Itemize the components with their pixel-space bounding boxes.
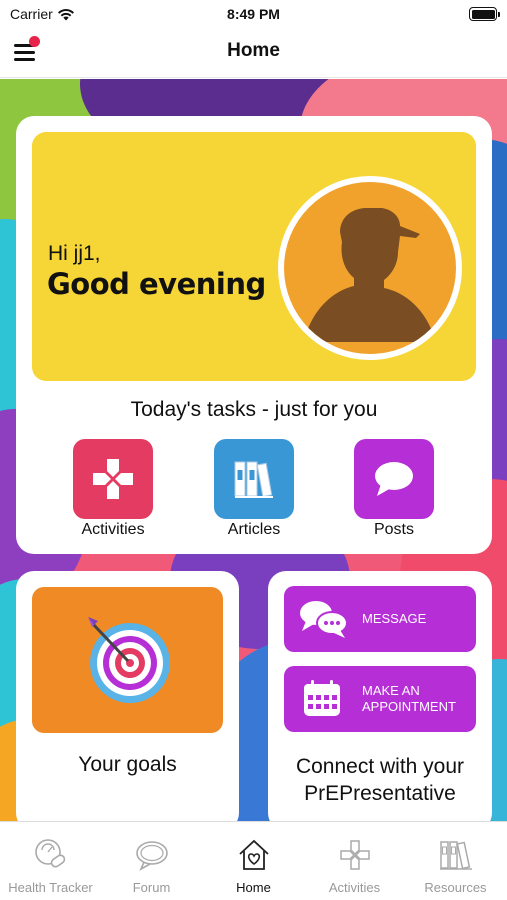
speech-bubble-icon — [375, 462, 413, 496]
connect-card: MESSAGE MAKE AN APPOINTMENT Connect with… — [268, 571, 492, 831]
connect-title: Connect with your PrEPresentative — [295, 755, 465, 805]
books-icon — [234, 461, 273, 498]
tab-label: Activities — [328, 880, 381, 895]
task-posts[interactable]: Posts — [339, 439, 449, 539]
message-button[interactable]: MESSAGE — [284, 586, 476, 652]
tab-health-tracker[interactable]: Health Tracker — [0, 822, 101, 900]
activities-tile[interactable] — [73, 439, 153, 519]
appointment-button[interactable]: MAKE AN APPOINTMENT — [284, 666, 476, 732]
gamepad-icon — [340, 840, 370, 870]
status-bar: Carrier 8:49 PM — [0, 0, 507, 30]
tasks-title: Today's tasks - just for you — [130, 398, 378, 421]
home-icon — [239, 839, 269, 870]
task-activities[interactable]: Activities — [58, 439, 168, 539]
page-title: Home — [227, 40, 280, 61]
home-summary-card: Hi jj1, Good evening Today's tasks - jus… — [16, 116, 492, 554]
user-silhouette-icon — [304, 208, 436, 342]
task-articles[interactable]: Articles — [199, 439, 309, 539]
goals-card[interactable]: Your goals — [16, 571, 239, 831]
posts-tile[interactable] — [354, 439, 434, 519]
tab-home[interactable]: Home — [203, 822, 304, 900]
tab-label: Resources — [424, 880, 487, 895]
articles-tile[interactable] — [214, 439, 294, 519]
tab-label: Home — [236, 880, 271, 895]
chat-bubbles-icon — [300, 601, 348, 638]
calendar-icon — [304, 680, 340, 716]
greeting-panel: Hi jj1, Good evening — [32, 132, 476, 381]
tab-label: Forum — [132, 880, 171, 895]
forum-icon — [136, 841, 168, 871]
task-label: Posts — [373, 521, 414, 538]
tab-label: Health Tracker — [8, 880, 93, 895]
status-time: 8:49 PM — [227, 6, 280, 22]
message-label: MESSAGE — [362, 611, 427, 626]
navigation-bar: Home — [0, 30, 507, 78]
battery-icon — [469, 7, 500, 21]
goals-label: Your goals — [78, 753, 177, 776]
tab-activities[interactable]: Activities — [304, 822, 405, 900]
tab-resources[interactable]: Resources — [405, 822, 506, 900]
books-icon — [440, 841, 472, 870]
greeting-hi: Hi jj1, — [48, 242, 101, 265]
gamepad-icon — [93, 459, 133, 499]
goals-tile[interactable] — [32, 587, 223, 733]
avatar[interactable] — [278, 176, 462, 360]
greeting-message: Good evening — [47, 267, 266, 301]
appointment-label: MAKE AN APPOINTMENT — [362, 683, 456, 714]
task-label: Articles — [227, 521, 281, 538]
task-label: Activities — [81, 521, 145, 538]
target-icon — [88, 617, 170, 703]
tab-forum[interactable]: Forum — [101, 822, 202, 900]
tab-bar: Health Tracker Forum Home Activities Res… — [0, 821, 507, 900]
health-tracker-icon — [35, 839, 66, 868]
